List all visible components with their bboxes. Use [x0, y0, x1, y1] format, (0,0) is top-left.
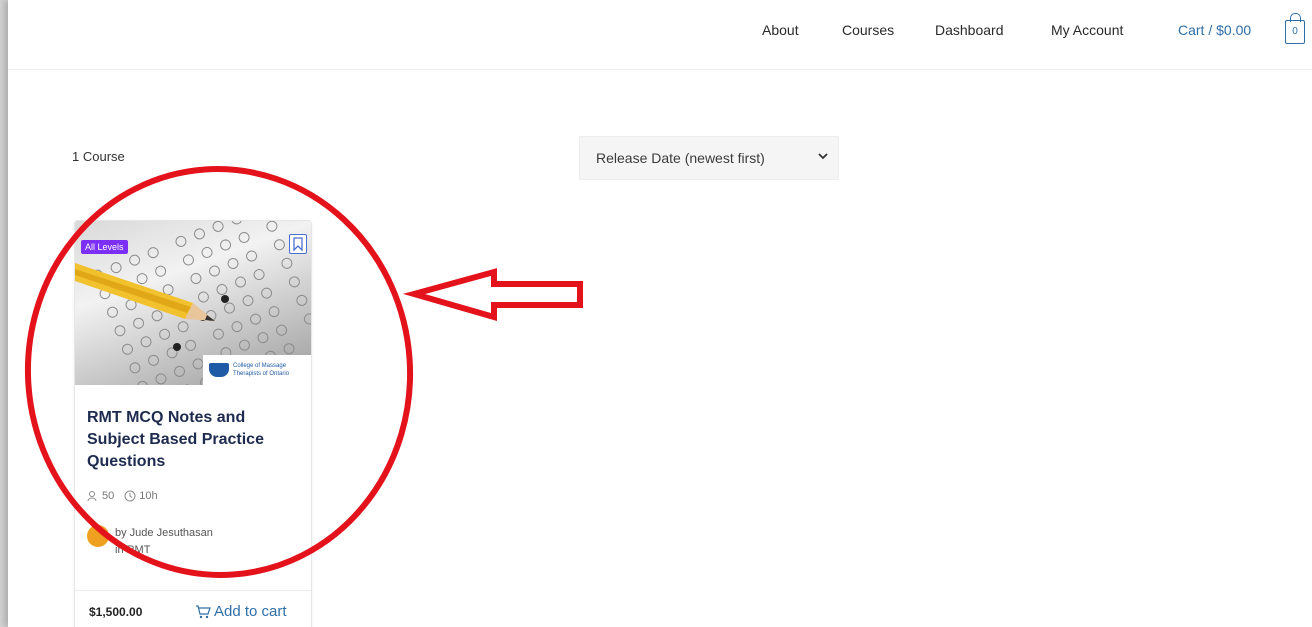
cart-bag-icon[interactable]: 0	[1285, 13, 1305, 44]
course-author: by Jude Jesuthasan in RMT	[87, 525, 213, 559]
course-category[interactable]: in RMT	[115, 542, 213, 559]
avatar	[87, 525, 109, 547]
course-duration: 10h	[124, 490, 158, 502]
card-divider	[75, 590, 311, 591]
students-value: 50	[102, 490, 115, 502]
course-thumbnail[interactable]: All Levels College of Massage Therapists…	[75, 221, 311, 385]
nav-cart[interactable]: Cart / $0.00	[1178, 22, 1251, 38]
cmto-line1: College of Massage	[233, 363, 287, 369]
duration-value: 10h	[139, 490, 158, 502]
course-title[interactable]: RMT MCQ Notes and Subject Based Practice…	[87, 407, 297, 473]
sort-select-value: Release Date (newest first)	[596, 150, 765, 166]
author-name[interactable]: by Jude Jesuthasan	[115, 525, 213, 542]
nav-dashboard[interactable]: Dashboard	[935, 22, 1004, 38]
nav-my-account[interactable]: My Account	[1051, 22, 1123, 38]
add-to-cart-label: Add to cart	[214, 603, 287, 620]
main-nav: About Courses Dashboard My Account Cart …	[8, 22, 1312, 42]
cmto-shield-icon	[209, 363, 229, 377]
level-badge: All Levels	[81, 240, 128, 254]
students-count: 50	[87, 490, 114, 502]
cart-icon	[196, 604, 211, 618]
pencil-image	[75, 263, 215, 321]
course-meta: 50 10h	[87, 490, 168, 502]
nav-about[interactable]: About	[762, 22, 799, 38]
bookmark-icon[interactable]	[289, 234, 307, 254]
course-price: $1,500.00	[89, 605, 143, 619]
page-frame: About Courses Dashboard My Account Cart …	[8, 0, 1312, 627]
site-header: About Courses Dashboard My Account Cart …	[8, 0, 1312, 70]
sort-select[interactable]: Release Date (newest first)	[579, 136, 839, 180]
chevron-down-icon	[818, 153, 828, 160]
clock-icon	[124, 490, 136, 502]
bookmark-glyph	[293, 237, 303, 252]
add-to-cart-button[interactable]: Add to cart	[195, 603, 287, 620]
cmto-logo: College of Massage Therapists of Ontario	[203, 355, 311, 385]
students-icon	[87, 491, 97, 502]
cmto-line2: Therapists of Ontario	[233, 371, 290, 377]
course-card[interactable]: All Levels College of Massage Therapists…	[74, 220, 312, 627]
nav-courses[interactable]: Courses	[842, 22, 894, 38]
course-count: 1 Course	[72, 149, 125, 164]
